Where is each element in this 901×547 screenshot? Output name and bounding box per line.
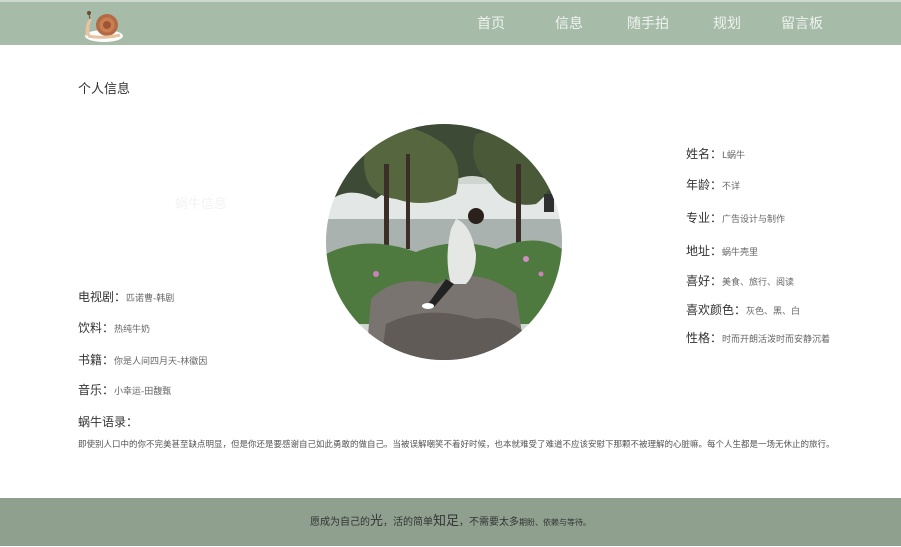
info-address: 地址：蜗牛壳里 [686,242,758,259]
quote-title: 蜗牛语录： [78,415,139,429]
info-tv-drama: 电视剧：匹诺曹-韩剧 [78,288,174,305]
nav-guestbook[interactable]: 留言板 [781,13,823,33]
info-value: L蜗牛 [722,151,746,161]
page-title: 个人信息 [78,82,131,97]
header: 首页 信息 随手拍 规划 留言板 [0,0,901,45]
info-personality: 性格：时而开朗活泼时而安静沉着 [686,329,830,346]
nav-home[interactable]: 首页 [477,13,505,33]
info-label: 姓名： [686,147,723,161]
info-value: 灰色、黑、白 [746,307,801,317]
info-label: 喜欢颜色： [686,303,747,317]
info-age: 年龄：不详 [686,176,740,193]
footer-text-4: 知足 [433,514,460,529]
info-name: 姓名：L蜗牛 [686,145,745,162]
info-value: 不详 [722,182,741,192]
info-hobbies: 喜好：美食、旅行、阅读 [686,272,794,289]
profile-photo [326,124,562,360]
nav-plan[interactable]: 规划 [713,13,741,33]
info-favorite-colors: 喜欢颜色：灰色、黑、白 [686,301,800,318]
nav-info[interactable]: 信息 [555,13,583,33]
info-label: 地址： [686,244,723,258]
info-value: 美食、旅行、阅读 [722,278,795,288]
info-label: 书籍： [78,353,115,367]
info-value: 你是人间四月天-林徽因 [114,357,208,367]
info-value: 小幸运-田馥甄 [114,387,172,397]
info-label: 喜好： [686,274,723,288]
footer: 愿成为自己的光，活的简单知足，不需要太多期盼、依赖与等待。 [0,498,901,546]
info-music: 音乐：小幸运-田馥甄 [78,381,171,398]
info-label: 电视剧： [78,290,127,304]
info-value: 广告设计与制作 [722,215,786,225]
info-value: 时而开朗活泼时而安静沉着 [722,335,831,345]
quote-text: 即使别人口中的你不完美甚至缺点明显，但是你还是要感谢自己如此勇敢的做自己。当被误… [78,440,835,450]
info-label: 专业： [686,211,723,225]
footer-text-5: ，不需要太多 [459,517,520,528]
info-value: 蜗牛壳里 [722,248,759,258]
footer-text-6: 期盼、依赖与等待。 [519,518,592,527]
info-value: 匹诺曹-韩剧 [126,294,175,304]
info-book: 书籍：你是人间四月天-林徽因 [78,351,207,368]
info-label: 年龄： [686,178,723,192]
info-value: 热纯牛奶 [114,325,151,335]
info-label: 音乐： [78,383,115,397]
info-drink: 饮料：热纯牛奶 [78,319,150,336]
footer-text-1: 愿成为自己的 [309,517,370,528]
info-label: 性格： [686,331,723,345]
nav-snapshots[interactable]: 随手拍 [627,13,669,33]
footer-text-3: ，活的简单 [383,517,433,528]
info-major: 专业：广告设计与制作 [686,209,785,226]
info-label: 饮料： [78,321,115,335]
footer-text-2: 光 [369,514,383,529]
snail-logo-icon[interactable] [78,5,126,43]
watermark-text: 蜗牛信息 [175,197,228,212]
